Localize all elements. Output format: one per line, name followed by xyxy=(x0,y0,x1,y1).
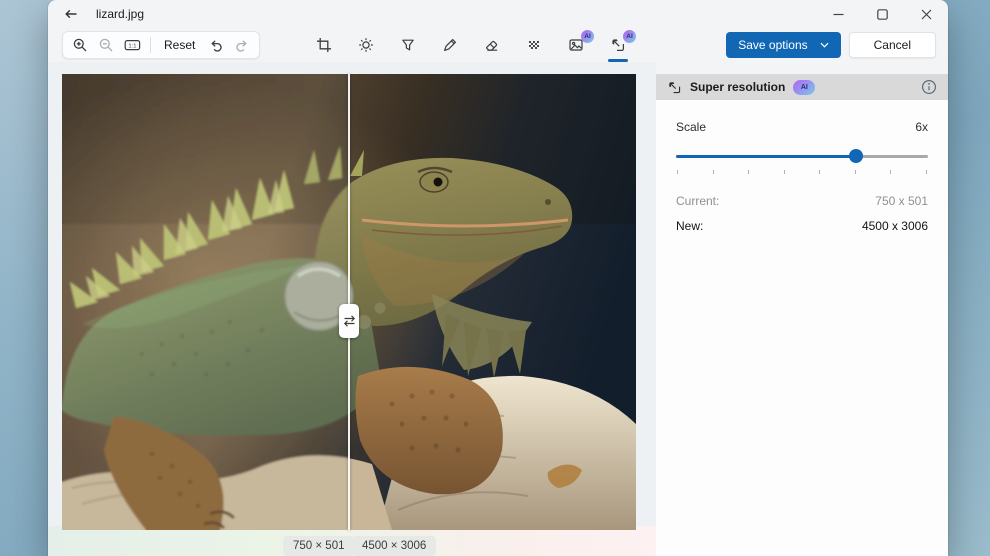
toolbar-actions: Save options Cancel xyxy=(726,32,936,58)
actual-size-button[interactable]: 1:1 xyxy=(120,33,144,57)
reset-button[interactable]: Reset xyxy=(157,33,202,57)
transparency-checker-icon xyxy=(529,41,539,49)
tool-super-resolution[interactable]: AI xyxy=(608,30,636,62)
maximize-button[interactable] xyxy=(860,0,904,28)
window-controls xyxy=(816,0,948,28)
tool-markup[interactable] xyxy=(442,37,458,53)
undo-icon xyxy=(211,40,222,52)
save-options-button[interactable]: Save options xyxy=(726,32,841,58)
back-arrow-icon xyxy=(65,9,77,19)
info-icon xyxy=(921,79,937,95)
new-value: 4500 x 3006 xyxy=(861,219,928,233)
tool-retouch[interactable] xyxy=(484,37,500,53)
scale-slider[interactable] xyxy=(676,149,928,163)
tool-adjust[interactable] xyxy=(358,37,374,53)
tool-filter[interactable] xyxy=(400,37,416,53)
slider-tick xyxy=(925,170,927,174)
after-size-badge: 4500 × 3006 xyxy=(352,536,437,556)
zoom-out-icon xyxy=(99,38,113,52)
chevron-down-icon xyxy=(820,42,829,48)
slider-fill xyxy=(676,155,857,158)
toolbar-divider xyxy=(150,37,151,53)
close-icon xyxy=(921,9,931,19)
redo-icon xyxy=(236,40,248,52)
maximize-icon xyxy=(876,8,888,20)
slider-tick xyxy=(677,170,678,174)
minimize-button[interactable] xyxy=(816,0,860,28)
edit-tools-group: AI AI xyxy=(316,28,636,62)
tool-background[interactable] xyxy=(526,37,542,53)
back-button[interactable] xyxy=(56,2,86,26)
ai-badge: AI xyxy=(623,30,636,43)
slider-tick xyxy=(712,170,714,174)
slider-tick xyxy=(890,170,892,174)
cancel-button[interactable]: Cancel xyxy=(848,32,936,58)
before-size-badge: 750 × 501 xyxy=(283,536,355,556)
minimize-icon xyxy=(833,13,843,15)
zoom-in-button[interactable] xyxy=(68,33,92,57)
super-resolution-icon xyxy=(669,81,681,93)
comparison-divider-handle[interactable] xyxy=(339,304,359,338)
view-tools-group: 1:1 Reset xyxy=(62,31,261,59)
tool-crop[interactable] xyxy=(316,37,332,53)
slider-ticks xyxy=(676,170,928,174)
photo-canvas: 750 × 501 4500 × 3006 xyxy=(48,62,656,556)
undo-button[interactable] xyxy=(204,33,228,57)
super-resolution-panel: Super resolution AI Scale 6x Current: 75… xyxy=(656,62,948,556)
swap-horizontal-icon xyxy=(343,315,355,327)
panel-title: Super resolution xyxy=(690,80,786,94)
slider-thumb[interactable] xyxy=(849,149,864,163)
current-value: 750 x 501 xyxy=(875,194,928,208)
ai-badge: AI xyxy=(793,79,816,95)
slider-tick xyxy=(748,170,750,174)
redo-button[interactable] xyxy=(230,33,254,57)
document-title: lizard.jpg xyxy=(96,7,145,21)
svg-text:1:1: 1:1 xyxy=(128,43,136,49)
close-button[interactable] xyxy=(904,0,948,28)
ai-badge: AI xyxy=(581,30,594,43)
tool-erase-ai[interactable]: AI xyxy=(568,30,594,53)
slider-tick xyxy=(854,170,856,174)
one-to-one-icon: 1:1 xyxy=(124,39,140,51)
photos-app-window: lizard.jpg 1:1 Reset AI AI Save options … xyxy=(48,0,948,556)
new-label: New: xyxy=(676,219,704,233)
zoom-in-icon xyxy=(73,38,87,52)
comparison-stage xyxy=(62,74,636,530)
slider-tick xyxy=(819,170,821,174)
panel-header: Super resolution AI xyxy=(656,74,948,100)
save-options-label: Save options xyxy=(738,38,808,52)
filter-funnel-icon xyxy=(402,39,414,51)
comparison-divider-line[interactable] xyxy=(348,74,350,530)
info-button[interactable] xyxy=(921,79,937,95)
scale-label: Scale xyxy=(676,120,707,134)
scale-value: 6x xyxy=(915,120,928,134)
title-bar: lizard.jpg xyxy=(48,0,948,28)
zoom-out-button[interactable] xyxy=(94,33,118,57)
content-area: 750 × 501 4500 × 3006 Super resolution A… xyxy=(48,62,948,556)
pen-icon xyxy=(444,39,456,51)
panel-body: Scale 6x Current: 750 x 501 New: 4500 x … xyxy=(656,100,948,556)
brightness-sun-icon xyxy=(359,38,373,52)
eraser-icon xyxy=(486,40,498,51)
current-label: Current: xyxy=(676,194,720,208)
toolbar: 1:1 Reset AI AI Save options Cancel xyxy=(48,28,948,62)
crop-icon xyxy=(317,38,331,52)
slider-tick xyxy=(783,170,785,174)
